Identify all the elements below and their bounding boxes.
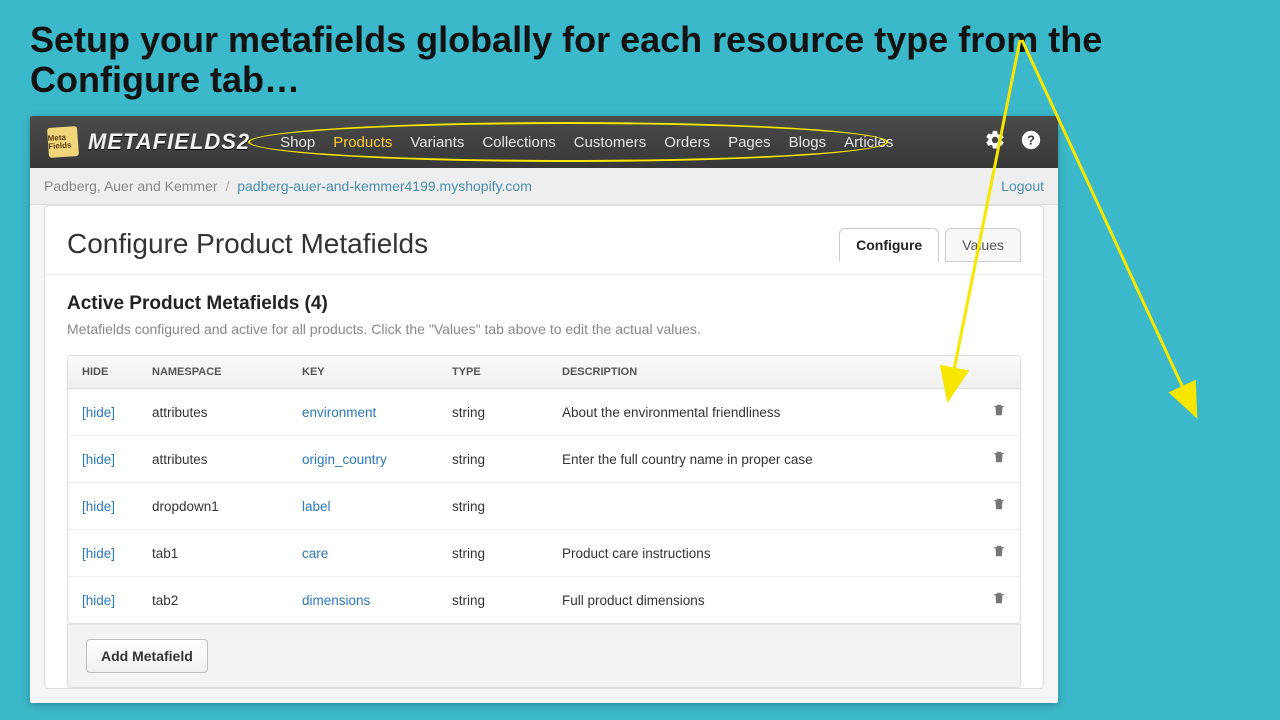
delete-icon[interactable]	[978, 483, 1020, 530]
content-panel: Configure Product Metafields Configure V…	[44, 205, 1044, 689]
breadcrumb-domain-link[interactable]: padberg-auer-and-kemmer4199.myshopify.co…	[237, 178, 532, 194]
cell-namespace: tab2	[138, 577, 288, 623]
table-row: hide attributes environment stringAbout the…	[68, 389, 1020, 436]
hide-link[interactable]: hide	[82, 405, 115, 420]
marketing-headline: Setup your metafields globally for each …	[0, 0, 1280, 109]
delete-icon[interactable]	[978, 436, 1020, 483]
breadcrumb-store: Padberg, Auer and Kemmer	[44, 178, 218, 194]
cell-description: Enter the full country name in proper ca…	[548, 436, 978, 483]
tab-values[interactable]: Values	[945, 228, 1021, 262]
hide-link[interactable]: hide	[82, 452, 115, 467]
th-namespace: NAMESPACE	[138, 356, 288, 389]
cell-type: string	[438, 483, 548, 530]
nav-blogs[interactable]: Blogs	[789, 134, 827, 151]
nav-shop[interactable]: Shop	[280, 134, 315, 151]
nav-collections[interactable]: Collections	[482, 134, 555, 151]
brand-name: METAFIELDS2	[88, 129, 250, 155]
cell-type: string	[438, 577, 548, 623]
th-description: DESCRIPTION	[548, 356, 978, 389]
nav-customers[interactable]: Customers	[574, 134, 647, 151]
hide-link[interactable]: hide	[82, 593, 115, 608]
logo-badge-icon: Meta Fields	[47, 126, 79, 158]
nav-articles[interactable]: Articles	[844, 134, 893, 151]
nav-orders[interactable]: Orders	[664, 134, 710, 151]
nav-pages[interactable]: Pages	[728, 134, 771, 151]
table-row: hide attributes origin_country stringEnter …	[68, 436, 1020, 483]
gear-icon[interactable]	[984, 129, 1006, 156]
cell-namespace: attributes	[138, 436, 288, 483]
tab-configure[interactable]: Configure	[839, 228, 939, 262]
cell-type: string	[438, 389, 548, 436]
key-link[interactable]: dimensions	[302, 593, 370, 608]
key-link[interactable]: environment	[302, 405, 376, 420]
th-type: TYPE	[438, 356, 548, 389]
logout-link[interactable]: Logout	[1001, 178, 1044, 194]
delete-icon[interactable]	[978, 577, 1020, 623]
key-link[interactable]: origin_country	[302, 452, 387, 467]
hide-link[interactable]: hide	[82, 499, 115, 514]
app-window: Meta Fields METAFIELDS2 Shop Products Va…	[30, 116, 1058, 703]
subheader-desc: Metafields configured and active for all…	[67, 321, 1021, 337]
cell-description: Product care instructions	[548, 530, 978, 577]
cell-namespace: attributes	[138, 389, 288, 436]
add-row: Add Metafield	[67, 624, 1021, 688]
tabs: Configure Values	[839, 228, 1021, 262]
page-title: Configure Product Metafields	[67, 228, 428, 260]
help-icon[interactable]: ?	[1020, 129, 1042, 156]
breadcrumb-sep: /	[225, 178, 229, 194]
cell-type: string	[438, 530, 548, 577]
nav-products[interactable]: Products	[333, 134, 392, 151]
key-link[interactable]: care	[302, 546, 328, 561]
delete-icon[interactable]	[978, 530, 1020, 577]
svg-text:?: ?	[1027, 132, 1035, 147]
cell-description: Full product dimensions	[548, 577, 978, 623]
th-key: KEY	[288, 356, 438, 389]
cell-namespace: dropdown1	[138, 483, 288, 530]
cell-type: string	[438, 436, 548, 483]
cell-namespace: tab1	[138, 530, 288, 577]
hide-link[interactable]: hide	[82, 546, 115, 561]
nav-items: Shop Products Variants Collections Custo…	[280, 134, 893, 151]
subheader-title: Active Product Metafields (4)	[67, 293, 1021, 315]
add-metafield-button[interactable]: Add Metafield	[86, 639, 208, 673]
breadcrumb-bar: Padberg, Auer and Kemmer / padberg-auer-…	[30, 168, 1058, 205]
table-row: hide tab2 dimensions stringFull product dim…	[68, 577, 1020, 623]
table-row: hide tab1 care stringProduct care instructi…	[68, 530, 1020, 577]
delete-icon[interactable]	[978, 389, 1020, 436]
table-row: hide dropdown1 label string	[68, 483, 1020, 530]
cell-description: About the environmental friendliness	[548, 389, 978, 436]
navbar: Meta Fields METAFIELDS2 Shop Products Va…	[30, 116, 1058, 168]
th-actions	[978, 356, 1020, 389]
cell-description	[548, 483, 978, 530]
nav-variants[interactable]: Variants	[410, 134, 464, 151]
key-link[interactable]: label	[302, 499, 331, 514]
metafields-table: HIDE NAMESPACE KEY TYPE DESCRIPTION hide…	[67, 355, 1021, 624]
th-hide: HIDE	[68, 356, 138, 389]
